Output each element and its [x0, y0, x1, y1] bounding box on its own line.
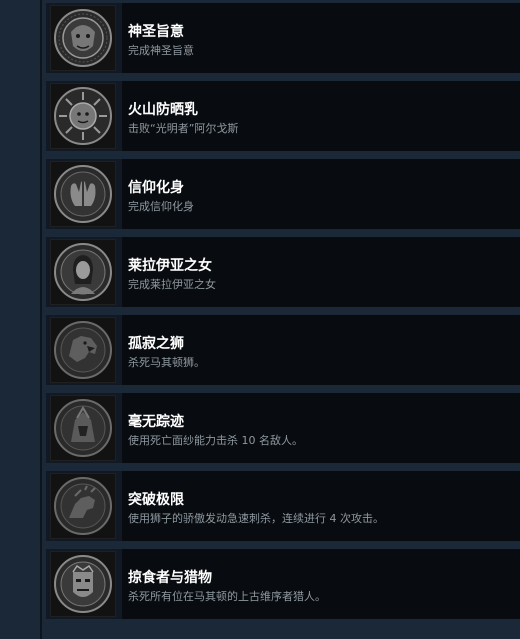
achievement-row[interactable]: 莱拉伊亚之女 完成莱拉伊亚之女: [46, 237, 520, 307]
achievement-description: 击败“光明者”阿尔戈斯: [128, 122, 239, 135]
achievement-row[interactable]: 神圣旨意 完成神圣旨意: [46, 3, 520, 73]
achievement-text: 莱拉伊亚之女 完成莱拉伊亚之女: [122, 237, 520, 307]
achievement-description: 完成信仰化身: [128, 200, 194, 213]
lion-charge-icon: [50, 473, 116, 539]
lion-crest-icon: [50, 5, 116, 71]
woman-portrait-icon: [50, 239, 116, 305]
achievement-text: 神圣旨意 完成神圣旨意: [122, 3, 520, 73]
achievement-title: 神圣旨意: [128, 24, 184, 40]
achievement-description: 杀死马其顿狮。: [128, 356, 205, 369]
veiled-warrior-icon: [50, 395, 116, 461]
achievement-title: 火山防晒乳: [128, 102, 198, 118]
achievement-title: 毫无踪迹: [128, 414, 184, 430]
achievement-row[interactable]: 信仰化身 完成信仰化身: [46, 159, 520, 229]
masked-hunter-icon: [50, 551, 116, 617]
achievement-row[interactable]: 掠食者与猎物 杀死所有位在马其顿的上古维序者猎人。: [46, 549, 520, 619]
achievement-title: 信仰化身: [128, 180, 184, 196]
achievement-row[interactable]: 火山防晒乳 击败“光明者”阿尔戈斯: [46, 81, 520, 151]
achievement-text: 突破极限 使用狮子的骄傲发动急速刺杀，连续进行 4 次攻击。: [122, 471, 520, 541]
achievement-description: 使用死亡面纱能力击杀 10 名敌人。: [128, 434, 303, 447]
achievement-title: 孤寂之狮: [128, 336, 184, 352]
achievement-list: 神圣旨意 完成神圣旨意 火山防晒乳 击败“光明者”阿尔戈斯 信仰化身 完成信仰化…: [42, 0, 520, 639]
achievement-text: 掠食者与猎物 杀死所有位在马其顿的上古维序者猎人。: [122, 549, 520, 619]
achievement-row[interactable]: 孤寂之狮 杀死马其顿狮。: [46, 315, 520, 385]
achievement-title: 掠食者与猎物: [128, 570, 212, 586]
achievement-description: 杀死所有位在马其顿的上古维序者猎人。: [128, 590, 326, 603]
achievement-title: 突破极限: [128, 492, 184, 508]
achievement-description: 使用狮子的骄傲发动急速刺杀，连续进行 4 次攻击。: [128, 512, 384, 525]
sun-face-icon: [50, 83, 116, 149]
achievement-row[interactable]: 毫无踪迹 使用死亡面纱能力击杀 10 名敌人。: [46, 393, 520, 463]
achievement-description: 完成莱拉伊亚之女: [128, 278, 216, 291]
left-gutter: [0, 0, 40, 639]
achievement-title: 莱拉伊亚之女: [128, 258, 212, 274]
achievement-text: 火山防晒乳 击败“光明者”阿尔戈斯: [122, 81, 520, 151]
achievement-text: 信仰化身 完成信仰化身: [122, 159, 520, 229]
achievement-text: 孤寂之狮 杀死马其顿狮。: [122, 315, 520, 385]
praying-hands-icon: [50, 161, 116, 227]
achievement-row[interactable]: 突破极限 使用狮子的骄傲发动急速刺杀，连续进行 4 次攻击。: [46, 471, 520, 541]
roaring-lion-icon: [50, 317, 116, 383]
achievement-text: 毫无踪迹 使用死亡面纱能力击杀 10 名敌人。: [122, 393, 520, 463]
achievements-page: 神圣旨意 完成神圣旨意 火山防晒乳 击败“光明者”阿尔戈斯 信仰化身 完成信仰化…: [0, 0, 520, 639]
achievement-description: 完成神圣旨意: [128, 44, 194, 57]
